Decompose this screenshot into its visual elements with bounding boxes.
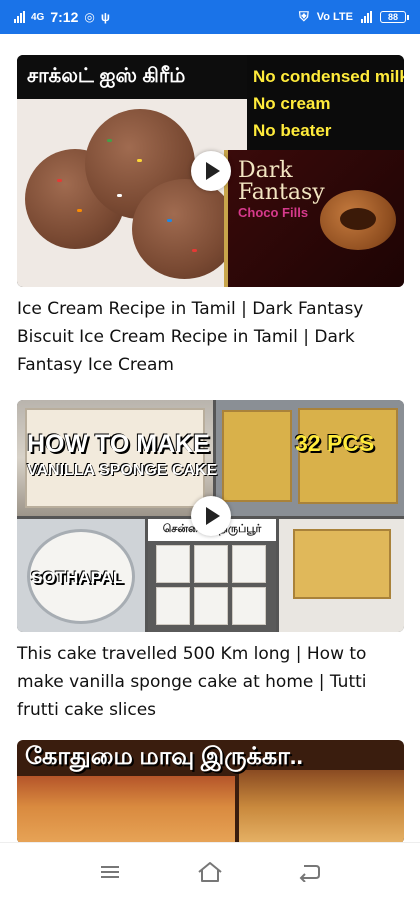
brand-name: Dark Fantasy bbox=[238, 158, 325, 205]
biscuit-pack-image: Dark Fantasy Choco Fills bbox=[224, 150, 404, 287]
boxed-cake-image bbox=[279, 519, 404, 632]
clock: 7:12 bbox=[50, 9, 79, 25]
battery-icon: 88 bbox=[380, 11, 409, 23]
menu-icon[interactable] bbox=[90, 852, 130, 892]
video-card[interactable]: HOW TO MAKE VANILLA SPONGE CAKE 32 PCS S… bbox=[17, 400, 404, 724]
back-button[interactable] bbox=[290, 852, 330, 892]
video-title[interactable]: This cake travelled 500 Km long | How to… bbox=[17, 640, 404, 724]
ice-cream-image bbox=[17, 99, 247, 287]
thumbnail-tamil-title: கோதுமை மாவு இருக்கா.. bbox=[25, 743, 304, 770]
thumbnail-label: SOTHAPAL bbox=[31, 568, 124, 587]
thumbnail-count: 32 PCS bbox=[295, 430, 375, 456]
play-icon[interactable] bbox=[190, 496, 231, 536]
shield-icon: ⛨ bbox=[298, 9, 309, 24]
home-button[interactable] bbox=[190, 852, 230, 892]
thumbnail-headline: HOW TO MAKE bbox=[27, 430, 210, 458]
cake-image bbox=[17, 776, 235, 842]
thumbnail-subheadline: VANILLA SPONGE CAKE bbox=[27, 462, 218, 479]
thumbnail-notes: No condensed milk No cream No beater bbox=[247, 55, 404, 150]
video-title[interactable]: Ice Cream Recipe in Tamil | Dark Fantasy… bbox=[17, 295, 404, 379]
video-thumbnail[interactable]: HOW TO MAKE VANILLA SPONGE CAKE 32 PCS S… bbox=[17, 400, 404, 632]
cookie-image bbox=[320, 190, 396, 250]
signal-icon bbox=[14, 11, 25, 23]
battery-level: 88 bbox=[387, 12, 398, 22]
play-icon[interactable] bbox=[190, 151, 231, 191]
back-icon bbox=[299, 864, 320, 882]
network-label: 4G bbox=[31, 11, 45, 23]
status-right: ⛨ Vo LTE 88 bbox=[298, 9, 409, 25]
home-icon bbox=[198, 861, 222, 882]
video-card[interactable]: சாக்லட் ஐஸ் கிரீம் No condensed milk No … bbox=[17, 55, 404, 379]
signal-strength-icon bbox=[361, 11, 372, 23]
cake-slice-image bbox=[239, 770, 404, 842]
note-line: No beater bbox=[253, 121, 332, 140]
thumbnail-tamil-title: சாக்லட் ஐஸ் கிரீம் bbox=[17, 55, 247, 99]
usb-icon: ψ bbox=[100, 10, 110, 24]
video-thumbnail[interactable]: சாக்லட் ஐஸ் கிரீம் No condensed milk No … bbox=[17, 55, 404, 287]
brand-sub: Choco Fills bbox=[238, 205, 309, 220]
video-thumbnail[interactable]: கோதுமை மாவு இருக்கா.. bbox=[17, 740, 404, 842]
video-feed[interactable]: சாக்லட் ஐஸ் கிரீம் No condensed milk No … bbox=[0, 34, 420, 842]
video-card[interactable]: கோதுமை மாவு இருக்கா.. bbox=[17, 740, 404, 842]
note-line: No condensed milk bbox=[253, 67, 404, 86]
cake-pieces-image bbox=[216, 400, 404, 516]
whatsapp-icon: ◎ bbox=[84, 10, 95, 24]
status-left: 4G 7:12 ◎ ψ bbox=[14, 9, 110, 25]
status-bar: 4G 7:12 ◎ ψ ⛨ Vo LTE 88 bbox=[0, 0, 420, 34]
volte-label: Vo LTE bbox=[316, 11, 353, 23]
system-nav-bar bbox=[0, 842, 420, 900]
note-line: No cream bbox=[253, 94, 331, 113]
